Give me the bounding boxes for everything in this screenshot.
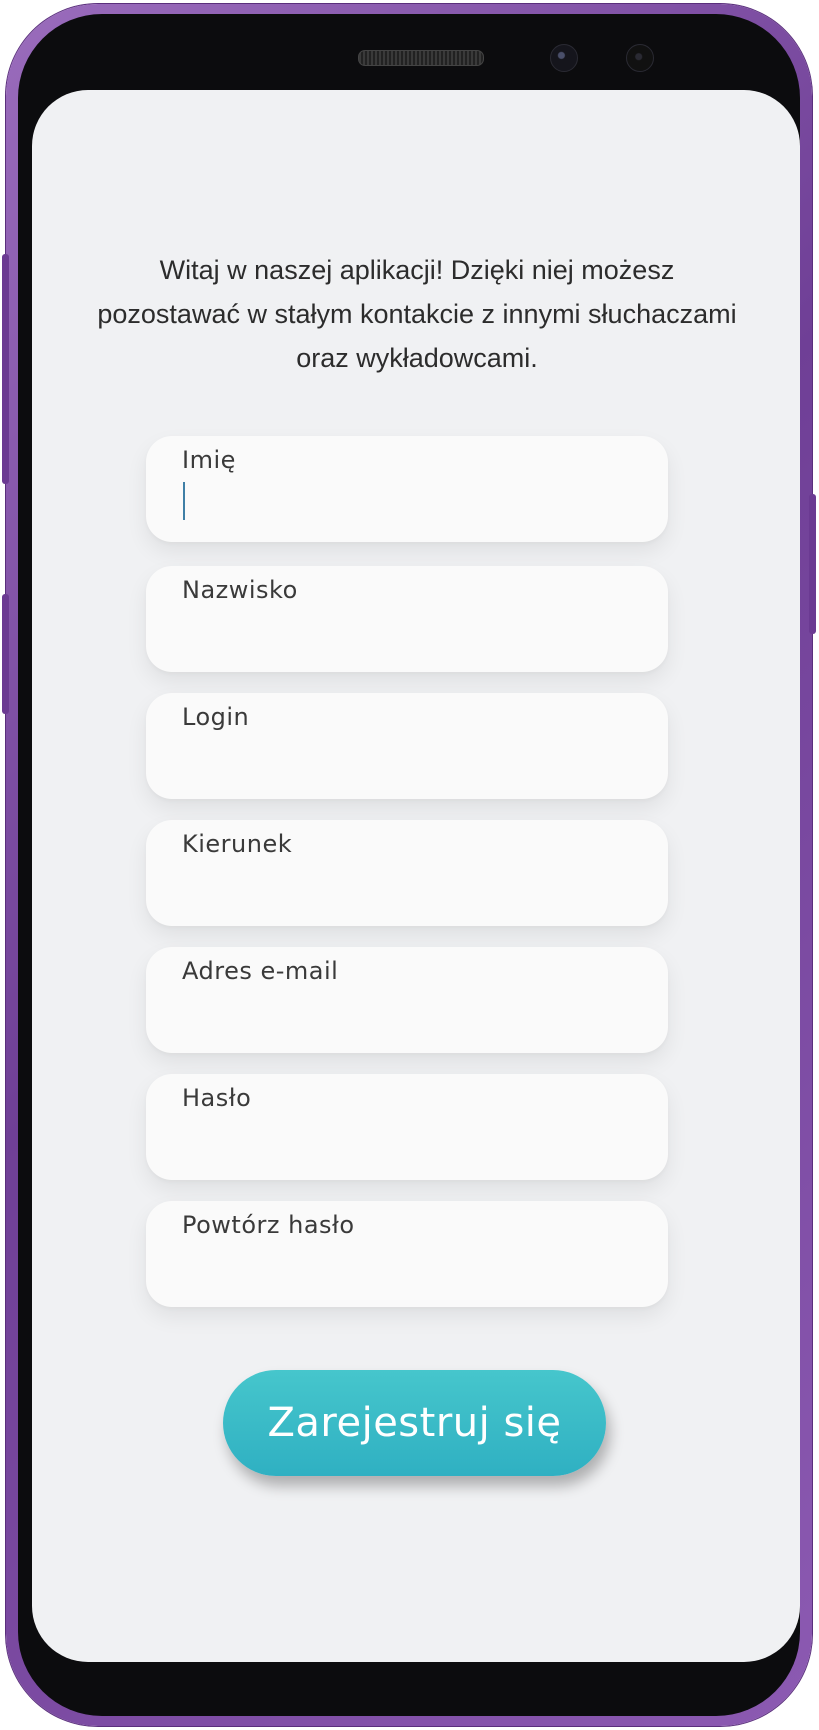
password-label: Hasło xyxy=(182,1084,252,1112)
last-name-label: Nazwisko xyxy=(182,576,298,604)
front-camera-icon xyxy=(550,44,578,72)
volume-button xyxy=(2,254,9,484)
login-label: Login xyxy=(182,703,250,731)
repeat-password-field[interactable]: Powtórz hasło xyxy=(146,1201,668,1307)
first-name-label: Imię xyxy=(182,446,236,474)
register-button[interactable]: Zarejestruj się xyxy=(223,1370,606,1476)
last-name-field[interactable]: Nazwisko xyxy=(146,566,668,672)
sensor-icon xyxy=(626,44,654,72)
welcome-text: Witaj w naszej aplikacji! Dzięki niej mo… xyxy=(97,255,737,373)
major-label: Kierunek xyxy=(182,830,293,858)
email-label: Adres e-mail xyxy=(182,957,339,985)
phone-frame: Witaj w naszej aplikacji! Dzięki niej mo… xyxy=(2,4,816,1726)
bixby-button xyxy=(2,594,9,714)
login-field[interactable]: Login xyxy=(146,693,668,799)
repeat-password-label: Powtórz hasło xyxy=(182,1211,355,1239)
earpiece-speaker xyxy=(358,50,484,66)
email-field[interactable]: Adres e-mail xyxy=(146,947,668,1053)
app-screen: Witaj w naszej aplikacji! Dzięki niej mo… xyxy=(32,90,800,1662)
password-field[interactable]: Hasło xyxy=(146,1074,668,1180)
text-cursor xyxy=(183,482,185,520)
first-name-field[interactable]: Imię xyxy=(146,436,668,542)
power-button xyxy=(809,494,816,634)
major-field[interactable]: Kierunek xyxy=(146,820,668,926)
